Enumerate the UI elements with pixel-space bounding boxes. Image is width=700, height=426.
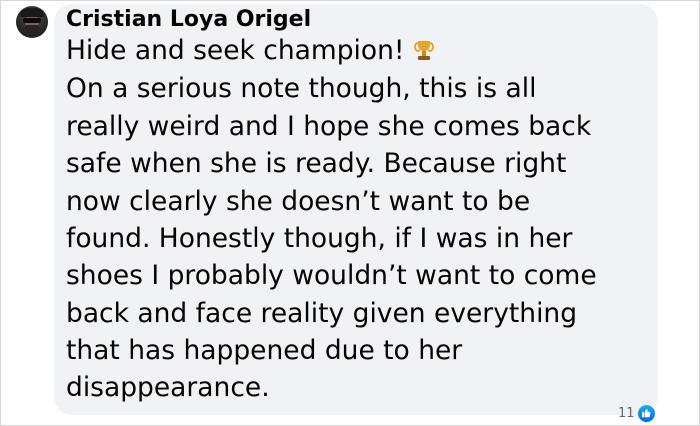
reaction-summary[interactable]: 11: [618, 403, 656, 423]
comment-line: now clearly she doesn’t want to be: [66, 186, 531, 217]
avatar-beard: [25, 25, 39, 33]
avatar-hat: [20, 8, 44, 17]
comment-line: Hide and seek champion!: [66, 34, 434, 68]
comment-line: found. Honestly though, if I was in her: [66, 223, 573, 254]
comment-line: back and face reality given everything: [66, 298, 578, 329]
comment-line: disappearance.: [66, 372, 270, 403]
comment-line: On a serious note though, this is all: [66, 73, 537, 104]
comment-line: really weird and I hope she comes back: [66, 111, 592, 142]
reaction-count: 11: [618, 405, 635, 421]
avatar[interactable]: [16, 6, 48, 38]
comment-text: Hide and seek champion!: [66, 35, 405, 66]
trophy-icon: [413, 41, 434, 61]
comment-line: shoes I probably wouldn’t want to come: [66, 260, 597, 291]
comment-line: that has happened due to her: [66, 335, 463, 366]
comment-author[interactable]: Cristian Loya Origel: [66, 7, 311, 32]
avatar-glasses: [23, 18, 41, 23]
comment-line: safe when she is ready. Because right: [66, 148, 567, 179]
like-icon: [636, 403, 656, 423]
